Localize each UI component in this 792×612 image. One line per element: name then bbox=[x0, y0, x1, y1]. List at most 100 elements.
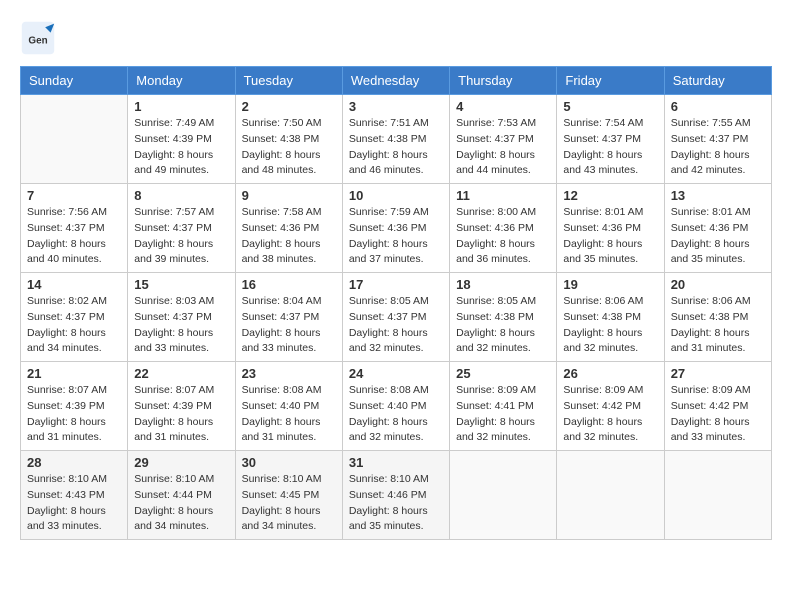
calendar-cell: 6Sunrise: 7:55 AMSunset: 4:37 PMDaylight… bbox=[664, 95, 771, 184]
day-number: 17 bbox=[349, 277, 443, 292]
day-number: 9 bbox=[242, 188, 336, 203]
day-number: 28 bbox=[27, 455, 121, 470]
day-number: 24 bbox=[349, 366, 443, 381]
calendar-cell: 14 Sunrise: 8:02 AMSunset: 4:37 PMDayligh… bbox=[21, 273, 128, 362]
day-info: Sunrise: 8:00 AMSunset: 4:36 PMDaylight:… bbox=[456, 205, 550, 268]
day-number: 23 bbox=[242, 366, 336, 381]
calendar-cell: 22 Sunrise: 8:07 AMSunset: 4:39 PMDayligh… bbox=[128, 362, 235, 451]
calendar-header-row: SundayMondayTuesdayWednesdayThursdayFrid… bbox=[21, 67, 772, 95]
day-info: Sunrise: 8:06 AMSunset: 4:38 PMDaylight:… bbox=[563, 294, 657, 357]
calendar-cell: 24Sunrise: 8:08 AMSunset: 4:40 PMDayligh… bbox=[342, 362, 449, 451]
calendar-cell: 15 Sunrise: 8:03 AMSunset: 4:37 PMDayligh… bbox=[128, 273, 235, 362]
day-info: Sunrise: 7:54 AMSunset: 4:37 PMDaylight:… bbox=[563, 116, 657, 179]
day-number: 27 bbox=[671, 366, 765, 381]
logo-icon: Gen bbox=[20, 20, 56, 56]
day-info: Sunrise: 8:10 AMSunset: 4:44 PMDaylight:… bbox=[134, 472, 228, 535]
day-info: Sunrise: 8:09 AMSunset: 4:42 PMDaylight:… bbox=[563, 383, 657, 446]
day-number: 1 bbox=[134, 99, 228, 114]
day-info: Sunrise: 7:50 AMSunset: 4:38 PMDaylight:… bbox=[242, 116, 336, 179]
calendar-cell: 10Sunrise: 7:59 AMSunset: 4:36 PMDayligh… bbox=[342, 184, 449, 273]
week-row-3: 14 Sunrise: 8:02 AMSunset: 4:37 PMDayligh… bbox=[21, 273, 772, 362]
day-number: 29 bbox=[134, 455, 228, 470]
calendar-cell bbox=[664, 451, 771, 540]
column-header-sunday: Sunday bbox=[21, 67, 128, 95]
day-info: Sunrise: 8:09 AMSunset: 4:41 PMDaylight:… bbox=[456, 383, 550, 446]
calendar-cell: 18 Sunrise: 8:05 AMSunset: 4:38 PMDayligh… bbox=[450, 273, 557, 362]
day-number: 31 bbox=[349, 455, 443, 470]
column-header-thursday: Thursday bbox=[450, 67, 557, 95]
day-info: Sunrise: 8:06 AMSunset: 4:38 PMDaylight:… bbox=[671, 294, 765, 357]
calendar-cell: 28 Sunrise: 8:10 AMSunset: 4:43 PMDayligh… bbox=[21, 451, 128, 540]
calendar-cell bbox=[21, 95, 128, 184]
day-info: Sunrise: 8:08 AMSunset: 4:40 PMDaylight:… bbox=[242, 383, 336, 446]
column-header-wednesday: Wednesday bbox=[342, 67, 449, 95]
day-info: Sunrise: 8:05 AMSunset: 4:38 PMDaylight:… bbox=[456, 294, 550, 357]
calendar-cell: 4 Sunrise: 7:53 AMSunset: 4:37 PMDaylight… bbox=[450, 95, 557, 184]
calendar-cell: 26Sunrise: 8:09 AMSunset: 4:42 PMDayligh… bbox=[557, 362, 664, 451]
calendar-cell: 20 Sunrise: 8:06 AMSunset: 4:38 PMDayligh… bbox=[664, 273, 771, 362]
day-info: Sunrise: 8:07 AMSunset: 4:39 PMDaylight:… bbox=[134, 383, 228, 446]
week-row-2: 7 Sunrise: 7:56 AMSunset: 4:37 PMDaylight… bbox=[21, 184, 772, 273]
day-number: 4 bbox=[456, 99, 550, 114]
column-header-friday: Friday bbox=[557, 67, 664, 95]
day-number: 15 bbox=[134, 277, 228, 292]
calendar-cell: 30 Sunrise: 8:10 AMSunset: 4:45 PMDayligh… bbox=[235, 451, 342, 540]
calendar-cell: 21 Sunrise: 8:07 AMSunset: 4:39 PMDayligh… bbox=[21, 362, 128, 451]
day-number: 12 bbox=[563, 188, 657, 203]
day-info: Sunrise: 8:01 AMSunset: 4:36 PMDaylight:… bbox=[563, 205, 657, 268]
day-number: 7 bbox=[27, 188, 121, 203]
day-number: 18 bbox=[456, 277, 550, 292]
week-row-4: 21 Sunrise: 8:07 AMSunset: 4:39 PMDayligh… bbox=[21, 362, 772, 451]
day-info: Sunrise: 8:04 AMSunset: 4:37 PMDaylight:… bbox=[242, 294, 336, 357]
day-info: Sunrise: 7:53 AMSunset: 4:37 PMDaylight:… bbox=[456, 116, 550, 179]
day-info: Sunrise: 7:57 AMSunset: 4:37 PMDaylight:… bbox=[134, 205, 228, 268]
day-info: Sunrise: 8:09 AMSunset: 4:42 PMDaylight:… bbox=[671, 383, 765, 446]
week-row-5: 28 Sunrise: 8:10 AMSunset: 4:43 PMDayligh… bbox=[21, 451, 772, 540]
day-info: Sunrise: 7:51 AMSunset: 4:38 PMDaylight:… bbox=[349, 116, 443, 179]
day-info: Sunrise: 8:10 AMSunset: 4:46 PMDaylight:… bbox=[349, 472, 443, 535]
day-number: 3 bbox=[349, 99, 443, 114]
day-info: Sunrise: 8:05 AMSunset: 4:37 PMDaylight:… bbox=[349, 294, 443, 357]
column-header-monday: Monday bbox=[128, 67, 235, 95]
day-info: Sunrise: 7:56 AMSunset: 4:37 PMDaylight:… bbox=[27, 205, 121, 268]
calendar-cell: 27 Sunrise: 8:09 AMSunset: 4:42 PMDayligh… bbox=[664, 362, 771, 451]
calendar-cell bbox=[450, 451, 557, 540]
day-info: Sunrise: 8:10 AMSunset: 4:45 PMDaylight:… bbox=[242, 472, 336, 535]
day-number: 5 bbox=[563, 99, 657, 114]
day-info: Sunrise: 8:01 AMSunset: 4:36 PMDaylight:… bbox=[671, 205, 765, 268]
svg-text:Gen: Gen bbox=[28, 35, 47, 46]
day-info: Sunrise: 7:58 AMSunset: 4:36 PMDaylight:… bbox=[242, 205, 336, 268]
day-number: 22 bbox=[134, 366, 228, 381]
day-info: Sunrise: 8:07 AMSunset: 4:39 PMDaylight:… bbox=[27, 383, 121, 446]
calendar-cell: 29 Sunrise: 8:10 AMSunset: 4:44 PMDayligh… bbox=[128, 451, 235, 540]
day-number: 21 bbox=[27, 366, 121, 381]
day-info: Sunrise: 7:49 AMSunset: 4:39 PMDaylight:… bbox=[134, 116, 228, 179]
day-info: Sunrise: 7:55 AMSunset: 4:37 PMDaylight:… bbox=[671, 116, 765, 179]
calendar-cell: 19 Sunrise: 8:06 AMSunset: 4:38 PMDayligh… bbox=[557, 273, 664, 362]
day-number: 14 bbox=[27, 277, 121, 292]
column-header-tuesday: Tuesday bbox=[235, 67, 342, 95]
calendar-cell: 12 Sunrise: 8:01 AMSunset: 4:36 PMDayligh… bbox=[557, 184, 664, 273]
logo: Gen bbox=[20, 20, 60, 56]
day-info: Sunrise: 8:10 AMSunset: 4:43 PMDaylight:… bbox=[27, 472, 121, 535]
calendar-cell: 31 Sunrise: 8:10 AMSunset: 4:46 PMDayligh… bbox=[342, 451, 449, 540]
day-number: 19 bbox=[563, 277, 657, 292]
calendar-cell: 1 Sunrise: 7:49 AMSunset: 4:39 PMDaylight… bbox=[128, 95, 235, 184]
week-row-1: 1 Sunrise: 7:49 AMSunset: 4:39 PMDaylight… bbox=[21, 95, 772, 184]
calendar-cell: 8Sunrise: 7:57 AMSunset: 4:37 PMDaylight… bbox=[128, 184, 235, 273]
calendar-cell: 2 Sunrise: 7:50 AMSunset: 4:38 PMDaylight… bbox=[235, 95, 342, 184]
day-number: 13 bbox=[671, 188, 765, 203]
page-header: Gen bbox=[20, 20, 772, 56]
column-header-saturday: Saturday bbox=[664, 67, 771, 95]
day-number: 10 bbox=[349, 188, 443, 203]
day-info: Sunrise: 8:03 AMSunset: 4:37 PMDaylight:… bbox=[134, 294, 228, 357]
day-number: 30 bbox=[242, 455, 336, 470]
day-number: 16 bbox=[242, 277, 336, 292]
day-number: 20 bbox=[671, 277, 765, 292]
calendar-cell: 7 Sunrise: 7:56 AMSunset: 4:37 PMDaylight… bbox=[21, 184, 128, 273]
calendar-cell: 17 Sunrise: 8:05 AMSunset: 4:37 PMDayligh… bbox=[342, 273, 449, 362]
day-number: 2 bbox=[242, 99, 336, 114]
calendar-cell: 23 Sunrise: 8:08 AMSunset: 4:40 PMDayligh… bbox=[235, 362, 342, 451]
day-number: 11 bbox=[456, 188, 550, 203]
day-info: Sunrise: 8:02 AMSunset: 4:37 PMDaylight:… bbox=[27, 294, 121, 357]
